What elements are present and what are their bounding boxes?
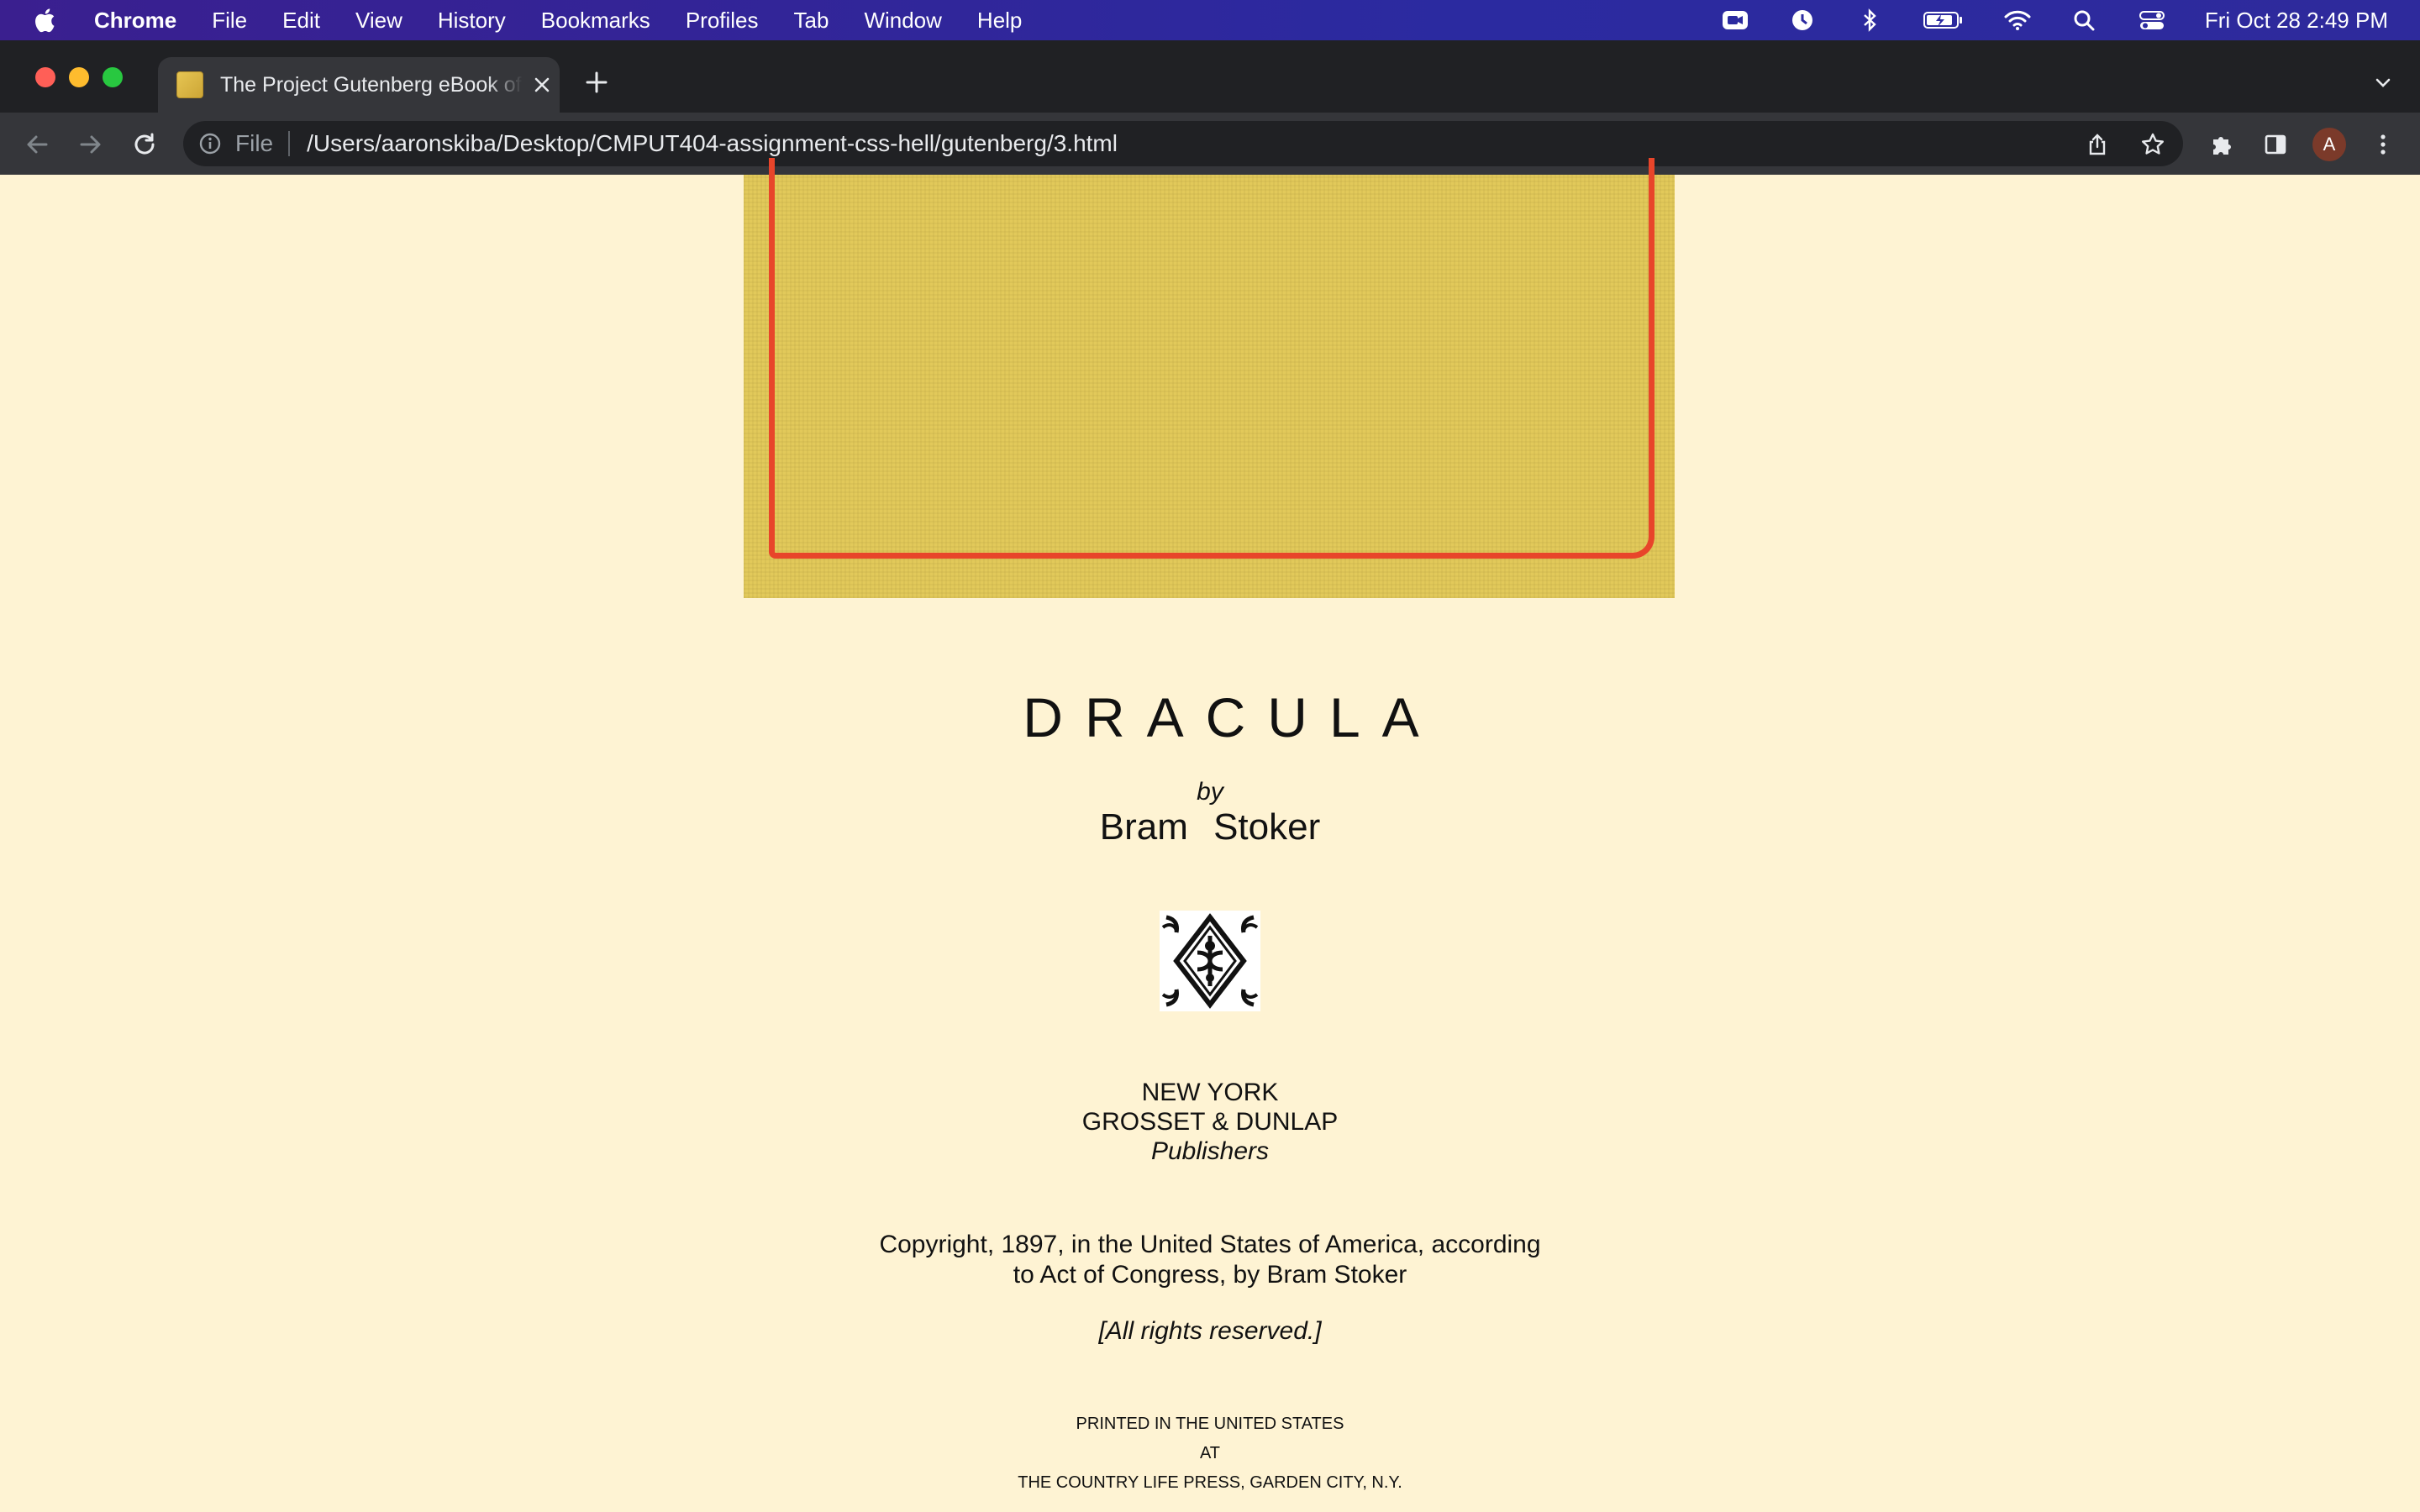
url-scheme-label: File xyxy=(235,130,274,156)
publisher-city: NEW YORK xyxy=(1141,1079,1279,1106)
cover-red-border xyxy=(769,158,1655,559)
menu-profiles[interactable]: Profiles xyxy=(686,8,759,34)
menu-history[interactable]: History xyxy=(438,8,506,34)
url-text[interactable]: /Users/aaronskiba/Desktop/CMPUT404-assig… xyxy=(307,130,1118,157)
battery-icon[interactable] xyxy=(1923,8,1965,33)
profile-avatar[interactable]: A xyxy=(2312,128,2346,161)
window-zoom-button[interactable] xyxy=(103,67,123,87)
menu-edit[interactable]: Edit xyxy=(282,8,320,34)
menu-bar: Chrome File Edit View History Bookmarks … xyxy=(0,0,2420,40)
printed-line-2: AT xyxy=(1199,1444,1221,1462)
menubar-clock[interactable]: Fri Oct 28 2:49 PM xyxy=(2205,8,2388,34)
book-author: Bram Stoker xyxy=(1099,806,1321,848)
back-arrow-icon[interactable] xyxy=(20,128,54,161)
bluetooth-icon[interactable] xyxy=(1855,8,1884,33)
tab-search-chevron-down-icon[interactable] xyxy=(2370,69,2396,96)
menu-tab[interactable]: Tab xyxy=(794,8,829,34)
menu-view[interactable]: View xyxy=(355,8,402,34)
reload-icon[interactable] xyxy=(128,128,161,161)
new-tab-plus-icon[interactable] xyxy=(580,66,613,99)
ornament-icon xyxy=(1160,911,1260,1011)
extensions-puzzle-icon[interactable] xyxy=(2205,128,2238,161)
clock-icon[interactable] xyxy=(1788,8,1817,33)
rights-notice: [All rights reserved.] xyxy=(1098,1317,1322,1345)
publisher-name: GROSSET & DUNLAP xyxy=(1081,1108,1339,1136)
forward-arrow-icon[interactable] xyxy=(74,128,108,161)
book-cover-image xyxy=(744,158,1675,598)
menu-bookmarks[interactable]: Bookmarks xyxy=(541,8,650,34)
tab-close-icon[interactable] xyxy=(531,74,553,96)
copyright-line-2: to Act of Congress, by Bram Stoker xyxy=(1013,1261,1407,1289)
side-panel-icon[interactable] xyxy=(2259,128,2292,161)
window-minimize-button[interactable] xyxy=(69,67,89,87)
more-menu-icon[interactable] xyxy=(2366,128,2400,161)
spotlight-icon[interactable] xyxy=(2070,8,2099,33)
bookmark-star-icon[interactable] xyxy=(2136,128,2170,161)
printed-line-1: PRINTED IN THE UNITED STATES xyxy=(1076,1415,1344,1433)
page-viewport: DRACULA by Bram Stoker NEW YORK GROSSET … xyxy=(0,158,2420,1512)
share-icon[interactable] xyxy=(2081,128,2114,161)
publisher-role: Publishers xyxy=(1150,1137,1270,1165)
control-center-icon[interactable] xyxy=(2138,8,2166,33)
status-area: Fri Oct 28 2:49 PM xyxy=(1721,0,2420,40)
facetime-icon[interactable] xyxy=(1721,8,1749,33)
book-favicon-icon xyxy=(176,71,203,98)
omnibox-divider xyxy=(288,131,291,156)
tab-active[interactable]: The Project Gutenberg eBook of Dracula xyxy=(158,57,560,113)
apple-icon[interactable] xyxy=(32,6,60,34)
copyright-notice: Copyright, 1897, in the United States of… xyxy=(0,1230,2420,1290)
book-title: DRACULA xyxy=(1023,686,1441,748)
tab-title: The Project Gutenberg eBook of Dracula xyxy=(220,72,523,97)
tab-strip: The Project Gutenberg eBook of Dracula xyxy=(0,40,2420,113)
window-close-button[interactable] xyxy=(35,67,55,87)
menu-file[interactable]: File xyxy=(212,8,247,34)
menu-help[interactable]: Help xyxy=(977,8,1022,34)
copyright-line-1: Copyright, 1897, in the United States of… xyxy=(879,1231,1541,1258)
printed-line-3: THE COUNTRY LIFE PRESS, GARDEN CITY, N.Y… xyxy=(1018,1473,1402,1492)
wifi-icon[interactable] xyxy=(2003,8,2032,33)
menu-window[interactable]: Window xyxy=(864,8,941,34)
menu-app-chrome[interactable]: Chrome xyxy=(94,8,176,34)
book-by-label: by xyxy=(1197,778,1223,806)
site-info-icon[interactable] xyxy=(198,131,224,156)
